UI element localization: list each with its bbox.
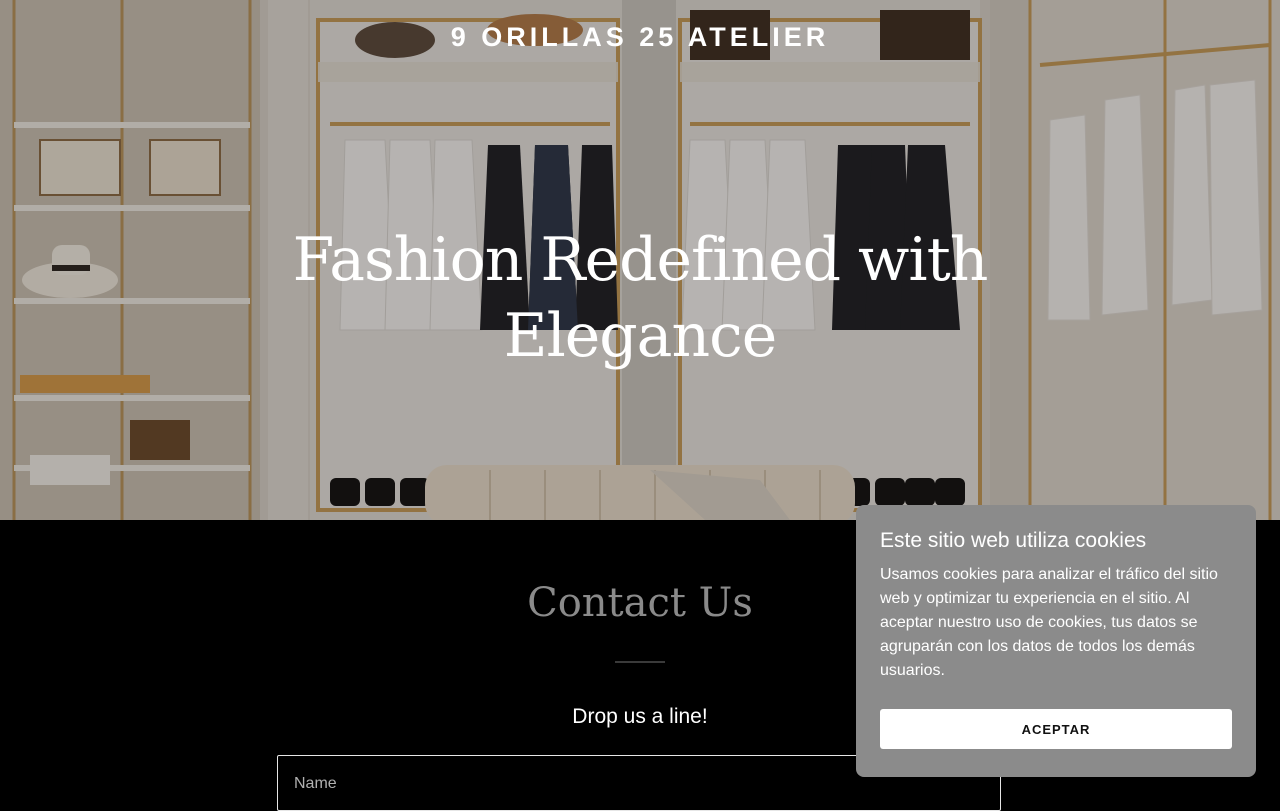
accept-cookies-button[interactable]: ACEPTAR [880, 709, 1232, 749]
hero-section: 9 ORILLAS 25 ATELIER Fashion Redefined w… [0, 0, 1280, 520]
cookie-banner-title: Este sitio web utiliza cookies [880, 529, 1147, 552]
cookie-banner: Este sitio web utiliza cookies Usamos co… [856, 505, 1256, 777]
site-brand[interactable]: 9 ORILLAS 25 ATELIER [0, 22, 1280, 53]
hero-title: Fashion Redefined with Elegance [292, 225, 989, 371]
cookie-banner-text: Usamos cookies para analizar el tráfico … [880, 566, 1218, 679]
section-divider [615, 661, 665, 663]
